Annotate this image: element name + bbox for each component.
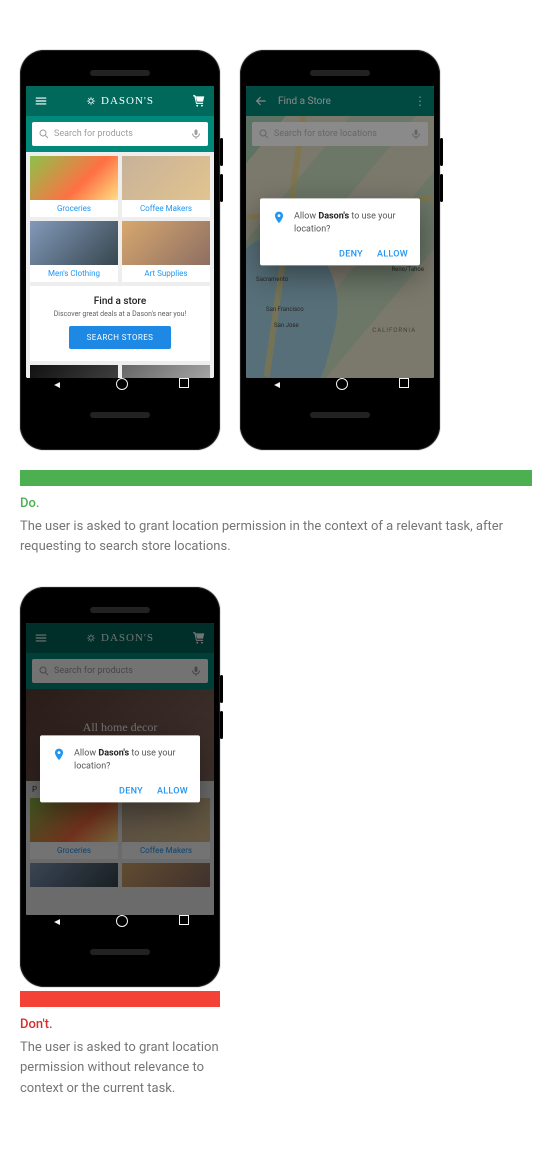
card-subtitle: Discover great deals at a Dason's near y… (36, 310, 204, 318)
category-label: Coffee Makers (122, 200, 210, 217)
do-example-row: DASON'S Search for products (20, 50, 532, 450)
category-tile-mens[interactable] (30, 863, 118, 887)
search-input[interactable]: Search for store locations (252, 122, 428, 146)
search-stores-button[interactable]: SEARCH STORES (69, 326, 172, 349)
category-label: Art Supplies (122, 265, 210, 282)
card-title: Find a store (36, 296, 204, 307)
category-image (30, 221, 118, 265)
search-input[interactable]: Search for products (32, 659, 208, 683)
category-tile-coffee[interactable]: Coffee Makers (122, 156, 210, 217)
phone-frame: Sacramento San Francisco San Jose Reno/T… (240, 50, 440, 450)
category-tile-art[interactable]: Art Supplies (122, 221, 210, 282)
dialog-message: Allow Dason's to use your location? (74, 748, 188, 773)
map-city-label: Reno/Tahoe (391, 266, 424, 273)
page-title: Find a Store (278, 96, 331, 107)
category-image (122, 156, 210, 200)
dont-label: Don't. (20, 1017, 220, 1032)
allow-button[interactable]: ALLOW (377, 250, 408, 260)
location-pin-icon (272, 210, 286, 224)
phone-frame: DASON'S Search for products (20, 587, 220, 987)
android-navbar: ▲ (26, 915, 214, 929)
deny-button[interactable]: DENY (339, 250, 363, 260)
hero-line: All home decor (83, 720, 158, 735)
mic-icon[interactable] (190, 128, 202, 140)
android-navbar: ▲ (246, 378, 434, 392)
nav-recents-icon[interactable] (179, 378, 189, 388)
location-pin-icon (52, 748, 66, 762)
cart-icon[interactable] (192, 94, 206, 108)
android-navbar: ▲ (26, 378, 214, 392)
home-screen-with-dialog: DASON'S Search for products (26, 623, 214, 915)
cart-icon[interactable] (192, 631, 206, 645)
map-state-label: CALIFORNIA (372, 327, 416, 334)
mic-icon[interactable] (410, 128, 422, 140)
store-home-screen: DASON'S Search for products (26, 86, 214, 378)
product-tile[interactable] (30, 365, 118, 378)
overflow-icon[interactable]: ⋮ (414, 99, 426, 103)
mic-icon[interactable] (190, 665, 202, 677)
brand-label: DASON'S (101, 95, 154, 107)
find-store-card: Find a store Discover great deals at a D… (30, 286, 210, 361)
map-city-label: Sacramento (256, 276, 288, 283)
search-icon (38, 665, 50, 677)
category-image (122, 221, 210, 265)
category-tile-groceries[interactable]: Groceries (30, 156, 118, 217)
nav-recents-icon[interactable] (179, 915, 189, 925)
menu-icon[interactable] (34, 94, 48, 108)
search-icon (38, 128, 50, 140)
map-city-label: San Francisco (266, 306, 304, 313)
do-label: Do. (20, 496, 532, 511)
category-tile-coffee[interactable]: Coffee Makers (122, 798, 210, 859)
category-tile-mens[interactable]: Men's Clothing (30, 221, 118, 282)
deny-button[interactable]: DENY (119, 787, 143, 797)
do-caption: The user is asked to grant location perm… (20, 517, 532, 557)
phone-frame: DASON'S Search for products (20, 50, 220, 450)
search-input[interactable]: Search for products (32, 122, 208, 146)
nav-home-icon[interactable] (116, 915, 128, 927)
category-label: Groceries (30, 200, 118, 217)
category-image (30, 156, 118, 200)
nav-home-icon[interactable] (116, 378, 128, 390)
dont-example-row: DASON'S Search for products (20, 587, 532, 1098)
category-grid: Groceries Coffee Makers Men's Clothing (26, 152, 214, 282)
category-tile-groceries[interactable]: Groceries (30, 798, 118, 859)
search-placeholder: Search for store locations (274, 129, 377, 139)
permission-dialog: Allow Dason's to use your location? DENY… (40, 736, 200, 803)
app-bar: DASON'S (26, 623, 214, 653)
app-bar: DASON'S (26, 86, 214, 116)
nav-back-icon[interactable]: ▲ (51, 378, 65, 392)
nav-home-icon[interactable] (336, 378, 348, 390)
dialog-message: Allow Dason's to use your location? (294, 210, 408, 235)
app-bar: Find a Store ⋮ (246, 86, 434, 116)
permission-dialog: Allow Dason's to use your location? DENY… (260, 198, 420, 265)
map-city-label: San Jose (274, 322, 299, 329)
search-icon (258, 128, 270, 140)
product-tile[interactable] (122, 365, 210, 378)
dont-caption: The user is asked to grant location perm… (20, 1038, 220, 1098)
allow-button[interactable]: ALLOW (157, 787, 188, 797)
map-screen: Sacramento San Francisco San Jose Reno/T… (246, 86, 434, 378)
brand-title: DASON'S (86, 95, 154, 107)
nav-back-icon[interactable]: ▲ (51, 915, 65, 929)
back-icon[interactable] (254, 94, 268, 108)
nav-recents-icon[interactable] (399, 378, 409, 388)
nav-back-icon[interactable]: ▲ (271, 378, 285, 392)
dont-indicator-bar (20, 991, 220, 1007)
do-indicator-bar (20, 470, 532, 486)
search-placeholder: Search for products (54, 129, 133, 139)
category-tile-art[interactable] (122, 863, 210, 887)
brand-title: DASON'S (86, 632, 154, 644)
menu-icon[interactable] (34, 631, 48, 645)
category-label: Men's Clothing (30, 265, 118, 282)
